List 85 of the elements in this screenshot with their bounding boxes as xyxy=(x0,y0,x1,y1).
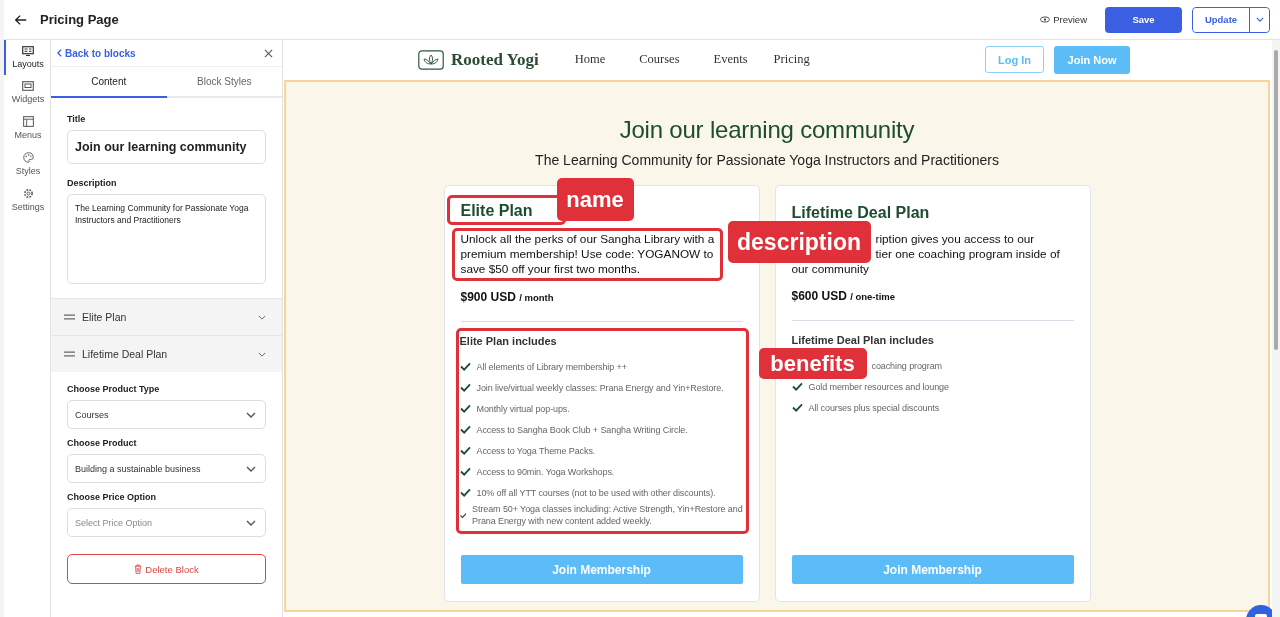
save-button[interactable]: Save xyxy=(1105,6,1182,33)
benefit-text: Access to Sangha Book Club + Sangha Writing Circle. xyxy=(476,423,688,436)
nav-link[interactable]: Events xyxy=(713,52,748,67)
chevron-down-icon xyxy=(246,519,256,526)
nav-link[interactable]: Home xyxy=(574,52,606,67)
rail-item[interactable]: Settings xyxy=(4,182,50,218)
close-icon[interactable] xyxy=(264,48,273,58)
annotation-label: name xyxy=(556,178,634,221)
panel-tab[interactable]: Content xyxy=(51,67,167,98)
check-icon xyxy=(459,362,471,371)
section-subtitle: The Learning Community for Passionate Yoga Instructors and Practitioners xyxy=(535,152,999,168)
plan-row[interactable]: Elite Plan xyxy=(51,298,282,335)
check-icon xyxy=(459,488,471,497)
chevron-down-icon xyxy=(1255,17,1264,22)
plan-price: $900 USD / month xyxy=(460,290,555,304)
plan-description: tier one coaching program inside of xyxy=(874,247,1061,262)
scrollbar-thumb[interactable] xyxy=(1274,50,1278,350)
includes-heading: Elite Plan includes xyxy=(459,335,558,347)
nav-link[interactable]: Courses xyxy=(639,52,680,67)
benefit-text: All elements of Library membership ++ xyxy=(476,360,627,373)
palette-icon xyxy=(22,152,34,163)
section-title: Join our learning community xyxy=(619,116,915,144)
check-icon xyxy=(459,446,471,455)
benefit-text: Monthly virtual pop-ups. xyxy=(476,402,570,415)
delete-block-button[interactable]: Delete Block xyxy=(67,554,266,584)
check-icon xyxy=(791,382,803,391)
field-label: Description xyxy=(67,178,118,188)
chevron-down-icon[interactable] xyxy=(258,351,266,357)
nav-link[interactable]: Pricing xyxy=(773,52,810,67)
benefit-text: Gold member resources and lounge xyxy=(808,380,949,393)
site-logo-text: Rooted Yogi xyxy=(451,49,539,70)
benefit-text: Access to 90min. Yoga Workshops. xyxy=(476,465,615,478)
check-icon xyxy=(459,467,471,476)
check-icon xyxy=(459,383,471,392)
rail-item[interactable]: Menus xyxy=(4,110,50,146)
benefit-text: 10% off all YTT courses (not to be used with other discounts). xyxy=(476,486,716,499)
benefit-text: Stream 50+ Yoga classes including: Active Strength, Yin+Restore and Prana Energy with new content added weekly. xyxy=(472,503,744,527)
eye-icon xyxy=(1040,16,1051,23)
select-field[interactable]: Courses xyxy=(67,400,266,429)
select-field[interactable]: Select Price Option xyxy=(67,508,266,537)
plan-price: $600 USD / one-time xyxy=(791,289,897,303)
plan-label: Elite Plan xyxy=(82,311,128,323)
page-title: Pricing Page xyxy=(40,12,119,27)
field-label: Title xyxy=(67,114,87,124)
layout-icon xyxy=(22,46,34,56)
plan-name: Lifetime Deal Plan xyxy=(790,203,931,223)
drag-handle-icon[interactable] xyxy=(64,351,75,357)
plan-label: Lifetime Deal Plan xyxy=(82,348,169,360)
drag-handle-icon[interactable] xyxy=(64,314,75,320)
chevron-down-icon[interactable] xyxy=(258,314,266,320)
select-field[interactable]: Building a sustainable business xyxy=(67,454,266,483)
check-icon xyxy=(791,403,803,412)
gear-icon xyxy=(22,188,34,199)
annotation-label: description xyxy=(727,221,871,263)
check-icon xyxy=(459,510,467,520)
rail-item[interactable]: Widgets xyxy=(4,75,50,110)
lotus-logo-icon xyxy=(418,49,444,70)
menu-layout-icon xyxy=(22,116,34,127)
panel-tab[interactable]: Block Styles xyxy=(166,67,282,98)
benefit-text: Join live/virtual weekly classes: Prana Energy and Yin+Restore. xyxy=(476,381,724,394)
benefit-text: Access to Yoga Theme Packs. xyxy=(476,444,596,457)
plan-description: Unlock all the perks of our Sangha Library with a premium membership! Use code: YOGANOW to save $50 off your first two months. xyxy=(460,232,716,277)
field-label: Choose Product xyxy=(67,438,138,448)
plan-row[interactable]: Lifetime Deal Plan xyxy=(51,335,282,372)
field-label: Choose Product Type xyxy=(67,384,161,394)
benefit-text: All courses plus special discounts xyxy=(808,401,940,414)
benefit-text: coaching program xyxy=(871,359,942,372)
update-dropdown-button[interactable] xyxy=(1249,7,1269,32)
trash-icon xyxy=(134,564,143,574)
chevron-down-icon xyxy=(246,465,256,472)
check-icon xyxy=(459,404,471,413)
rail-item[interactable]: Styles xyxy=(4,146,50,182)
back-to-blocks-link[interactable]: Back to blocks xyxy=(57,47,136,59)
annotation-label: benefits xyxy=(758,348,867,379)
check-icon xyxy=(459,425,471,434)
widget-icon xyxy=(22,81,34,91)
chevron-left-icon xyxy=(57,49,62,57)
field-label: Choose Price Option xyxy=(67,492,157,502)
includes-heading: Lifetime Deal Plan includes xyxy=(791,334,935,346)
plan-description: our community xyxy=(791,262,870,277)
preview-button[interactable]: Preview xyxy=(1034,13,1093,26)
title-input[interactable]: Join our learning community xyxy=(67,130,266,164)
chevron-down-icon xyxy=(246,411,256,418)
back-arrow-icon[interactable] xyxy=(14,12,28,27)
description-textarea[interactable]: The Learning Community for Passionate Yoga Instructors and Practitioners xyxy=(67,194,266,284)
